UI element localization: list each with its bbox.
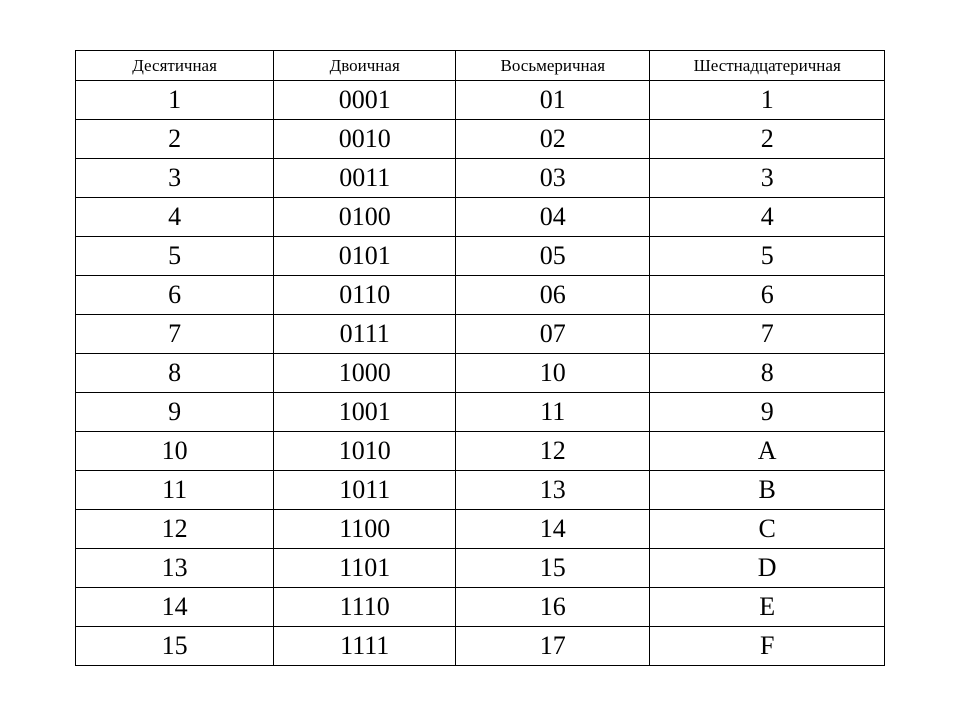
table-cell: 10: [76, 432, 274, 471]
table-cell: B: [650, 471, 885, 510]
table-cell: 05: [456, 237, 650, 276]
table-row: 81000108: [76, 354, 885, 393]
table-row: 20010022: [76, 120, 885, 159]
table-header-row: Десятичная Двоичная Восьмеричная Шестнад…: [76, 51, 885, 81]
header-decimal: Десятичная: [76, 51, 274, 81]
table-cell: 15: [76, 627, 274, 666]
table-cell: C: [650, 510, 885, 549]
table-cell: 9: [76, 393, 274, 432]
table-cell: 1011: [274, 471, 456, 510]
table-cell: 10: [456, 354, 650, 393]
table-cell: 1: [650, 81, 885, 120]
table-row: 91001119: [76, 393, 885, 432]
table-cell: 16: [456, 588, 650, 627]
table-cell: 8: [76, 354, 274, 393]
table-row: 50101055: [76, 237, 885, 276]
table-cell: 1110: [274, 588, 456, 627]
table-cell: A: [650, 432, 885, 471]
table-cell: 1000: [274, 354, 456, 393]
table-row: 60110066: [76, 276, 885, 315]
table-cell: 1010: [274, 432, 456, 471]
table-cell: 04: [456, 198, 650, 237]
header-hex: Шестнадцатеричная: [650, 51, 885, 81]
table-cell: 03: [456, 159, 650, 198]
table-cell: 4: [650, 198, 885, 237]
table-cell: 9: [650, 393, 885, 432]
table-cell: 14: [76, 588, 274, 627]
table-cell: 6: [76, 276, 274, 315]
table-cell: F: [650, 627, 885, 666]
table-body: 1000101120010022300110334010004450101055…: [76, 81, 885, 666]
number-system-table: Десятичная Двоичная Восьмеричная Шестнад…: [75, 50, 885, 666]
table-row: 30011033: [76, 159, 885, 198]
table-row: 70111077: [76, 315, 885, 354]
table-cell: 0100: [274, 198, 456, 237]
table-row: 10101012A: [76, 432, 885, 471]
table-row: 13110115D: [76, 549, 885, 588]
table-cell: 02: [456, 120, 650, 159]
header-binary: Двоичная: [274, 51, 456, 81]
table-cell: 0101: [274, 237, 456, 276]
table-cell: 1001: [274, 393, 456, 432]
table-cell: 15: [456, 549, 650, 588]
table-row: 11101113B: [76, 471, 885, 510]
table-row: 10001011: [76, 81, 885, 120]
table-cell: 1101: [274, 549, 456, 588]
table-cell: 11: [456, 393, 650, 432]
table-cell: 0111: [274, 315, 456, 354]
table-cell: 1111: [274, 627, 456, 666]
table-cell: 1: [76, 81, 274, 120]
table-cell: 2: [76, 120, 274, 159]
table-row: 12110014C: [76, 510, 885, 549]
table-cell: 8: [650, 354, 885, 393]
table-cell: 7: [76, 315, 274, 354]
table-cell: D: [650, 549, 885, 588]
table-cell: 06: [456, 276, 650, 315]
table-cell: 3: [76, 159, 274, 198]
table-cell: 5: [76, 237, 274, 276]
table-row: 15111117F: [76, 627, 885, 666]
table-cell: 07: [456, 315, 650, 354]
table-cell: 1100: [274, 510, 456, 549]
table-row: 40100044: [76, 198, 885, 237]
table-cell: 01: [456, 81, 650, 120]
table-row: 14111016E: [76, 588, 885, 627]
table-cell: 11: [76, 471, 274, 510]
table-cell: 5: [650, 237, 885, 276]
table-cell: 0010: [274, 120, 456, 159]
table-cell: 14: [456, 510, 650, 549]
table-cell: 3: [650, 159, 885, 198]
table-cell: 6: [650, 276, 885, 315]
table-cell: 12: [76, 510, 274, 549]
table-cell: 13: [76, 549, 274, 588]
table-cell: 0110: [274, 276, 456, 315]
table-cell: 4: [76, 198, 274, 237]
table-cell: 12: [456, 432, 650, 471]
table-cell: 0011: [274, 159, 456, 198]
table-cell: 7: [650, 315, 885, 354]
table-cell: 17: [456, 627, 650, 666]
header-octal: Восьмеричная: [456, 51, 650, 81]
table-cell: 2: [650, 120, 885, 159]
table-cell: 0001: [274, 81, 456, 120]
table-cell: E: [650, 588, 885, 627]
table-cell: 13: [456, 471, 650, 510]
